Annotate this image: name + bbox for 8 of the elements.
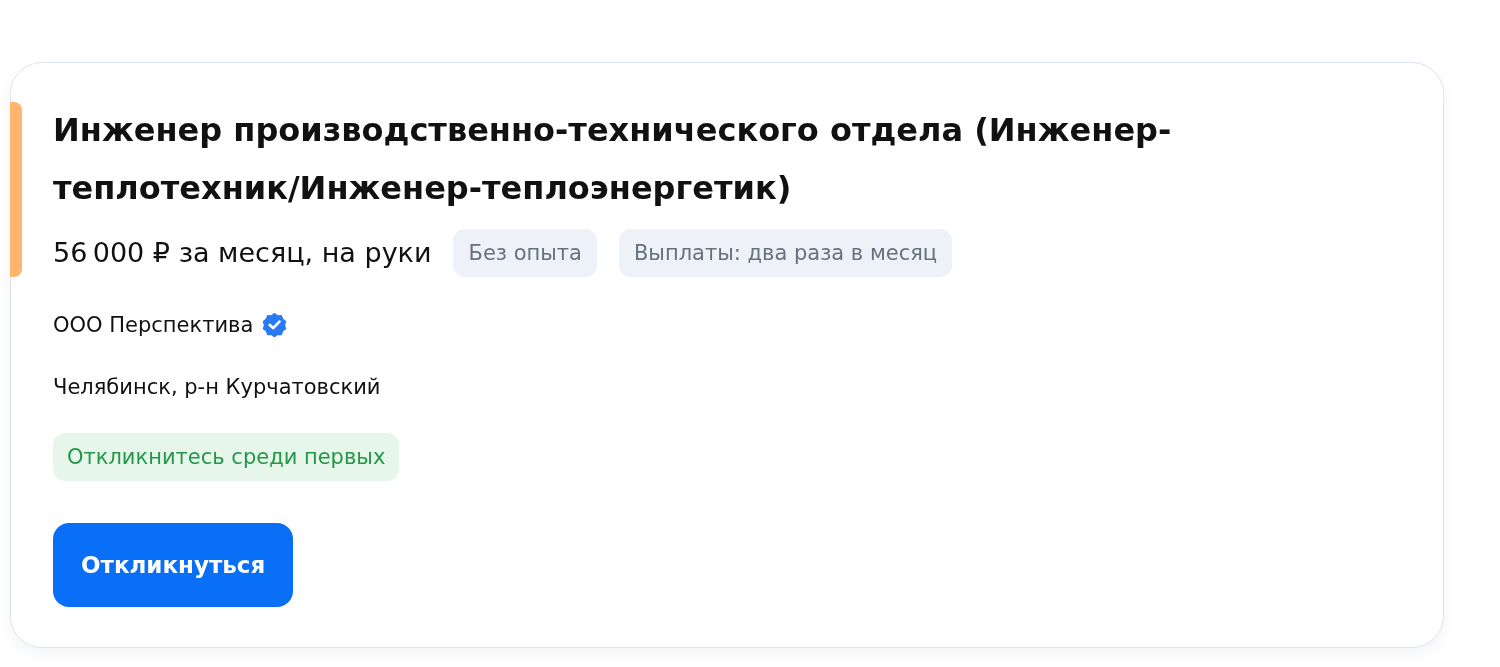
apply-button[interactable]: Откликнуться [53, 523, 294, 607]
company-name[interactable]: ООО Перспектива [53, 311, 254, 338]
salary-text: 56 000 ₽ за месяц, на руки [53, 236, 432, 270]
early-response-badge: Откликнитесь среди первых [53, 433, 400, 481]
tag: Выплаты: два раза в месяц [618, 229, 953, 277]
tag: Без опыта [453, 229, 597, 277]
location-text: Челябинск, р-н Курчатовский [53, 374, 381, 400]
vacancy-title[interactable]: Инженер производственно-технического отдела (Инженер-теплотехник/Инженер-теплоэнергетик) [53, 101, 1303, 217]
